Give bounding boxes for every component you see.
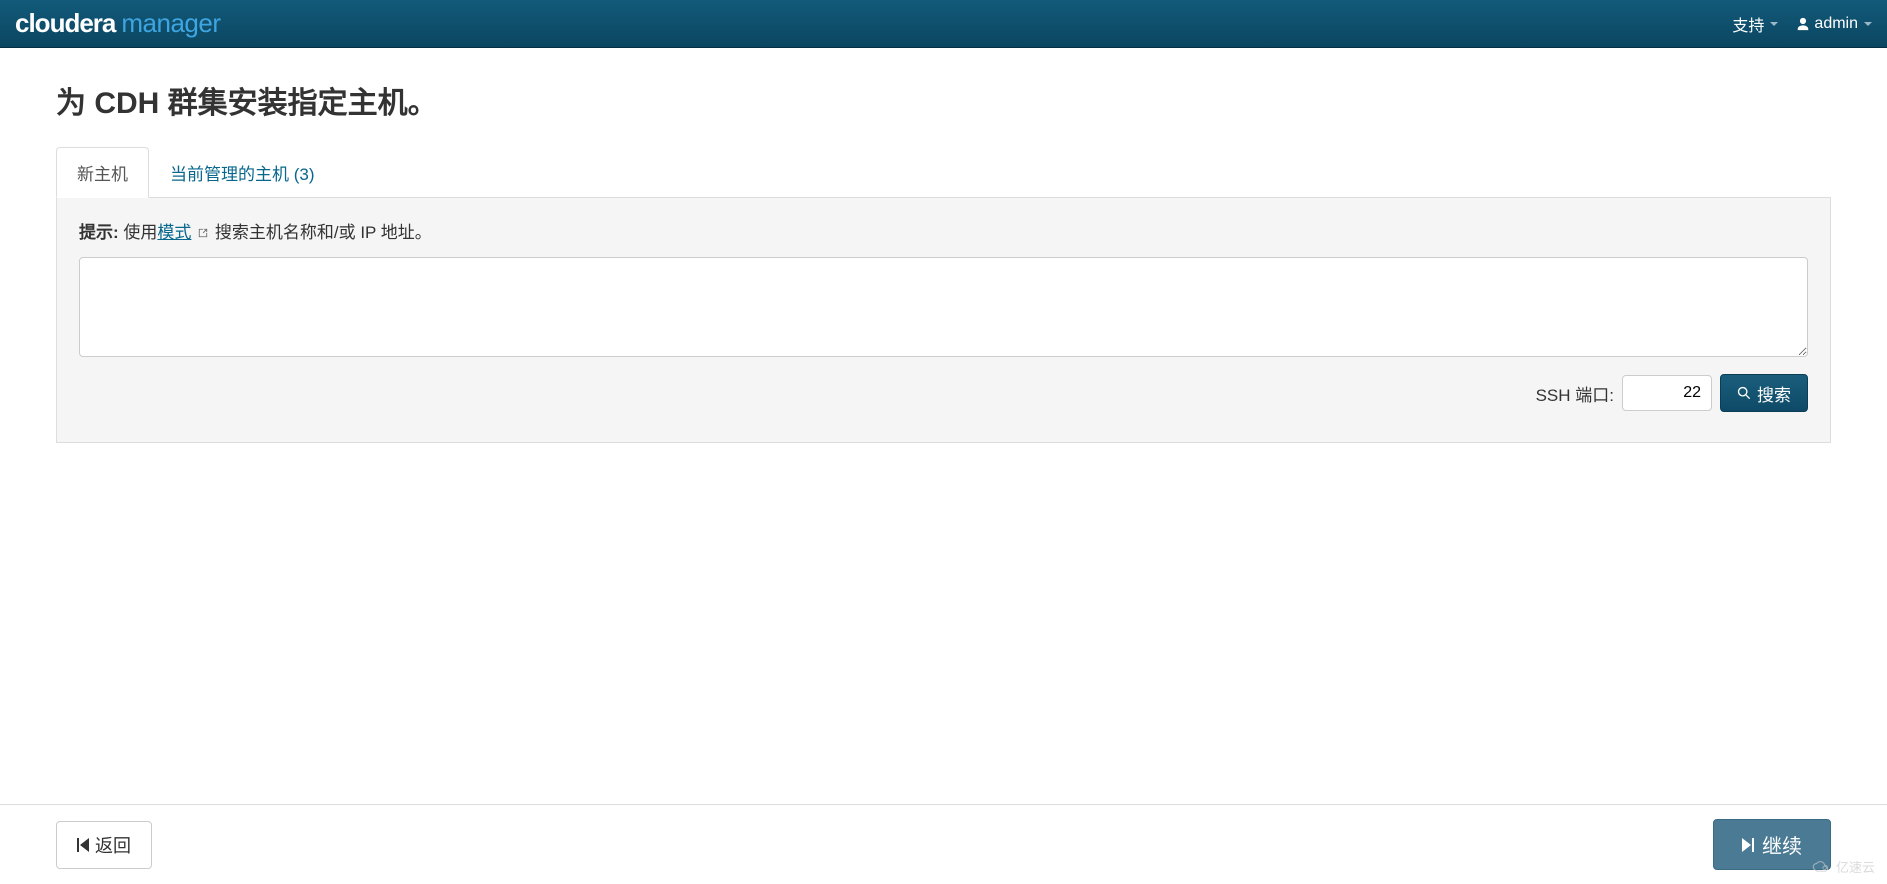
search-button-label: 搜索 xyxy=(1757,381,1791,406)
support-label: 支持 xyxy=(1732,12,1764,36)
step-backward-icon xyxy=(77,838,89,852)
support-menu[interactable]: 支持 xyxy=(1732,12,1778,36)
watermark-icon xyxy=(1811,860,1833,874)
tabs: 新主机 当前管理的主机 (3) xyxy=(56,147,1831,198)
nav-right: 支持 admin xyxy=(1732,12,1872,36)
watermark: 亿速云 xyxy=(1811,857,1875,876)
caret-down-icon xyxy=(1770,22,1778,26)
user-menu[interactable]: admin xyxy=(1796,15,1872,33)
navbar: cloudera manager 支持 admin xyxy=(0,0,1887,48)
main-container: 为 CDH 群集安装指定主机。 新主机 当前管理的主机 (3) 提示: 使用模式… xyxy=(0,48,1887,463)
back-button[interactable]: 返回 xyxy=(56,821,152,869)
logo-cloudera: cloudera xyxy=(15,8,115,39)
page-title: 为 CDH 群集安装指定主机。 xyxy=(56,78,1831,122)
hint-label: 提示: xyxy=(79,223,119,242)
search-button[interactable]: 搜索 xyxy=(1720,374,1808,412)
caret-down-icon xyxy=(1864,22,1872,26)
pattern-link[interactable]: 模式 xyxy=(157,223,191,242)
continue-button-label: 继续 xyxy=(1762,830,1802,859)
logo-manager: manager xyxy=(121,8,220,39)
ssh-port-label: SSH 端口: xyxy=(1536,381,1614,406)
user-label: admin xyxy=(1814,15,1858,33)
hint-line: 提示: 使用模式 搜索主机名称和/或 IP 地址。 xyxy=(79,218,1808,243)
external-link-icon xyxy=(198,228,208,238)
hosts-textarea[interactable] xyxy=(79,257,1808,357)
hint-prefix: 使用 xyxy=(119,223,158,242)
user-icon xyxy=(1796,17,1810,31)
footer-bar: 返回 继续 xyxy=(0,804,1887,884)
back-button-label: 返回 xyxy=(95,832,131,858)
search-row: SSH 端口: 搜索 xyxy=(79,374,1808,412)
ssh-port-input[interactable] xyxy=(1622,375,1712,411)
tab-content: 提示: 使用模式 搜索主机名称和/或 IP 地址。 SSH 端口: 搜索 xyxy=(56,198,1831,443)
watermark-text: 亿速云 xyxy=(1836,857,1875,876)
hint-suffix: 搜索主机名称和/或 IP 地址。 xyxy=(215,223,432,242)
logo[interactable]: cloudera manager xyxy=(15,8,221,39)
tab-managed-hosts[interactable]: 当前管理的主机 (3) xyxy=(149,147,336,198)
tab-new-hosts[interactable]: 新主机 xyxy=(56,147,149,198)
step-forward-icon xyxy=(1742,838,1754,852)
search-icon xyxy=(1737,386,1751,400)
